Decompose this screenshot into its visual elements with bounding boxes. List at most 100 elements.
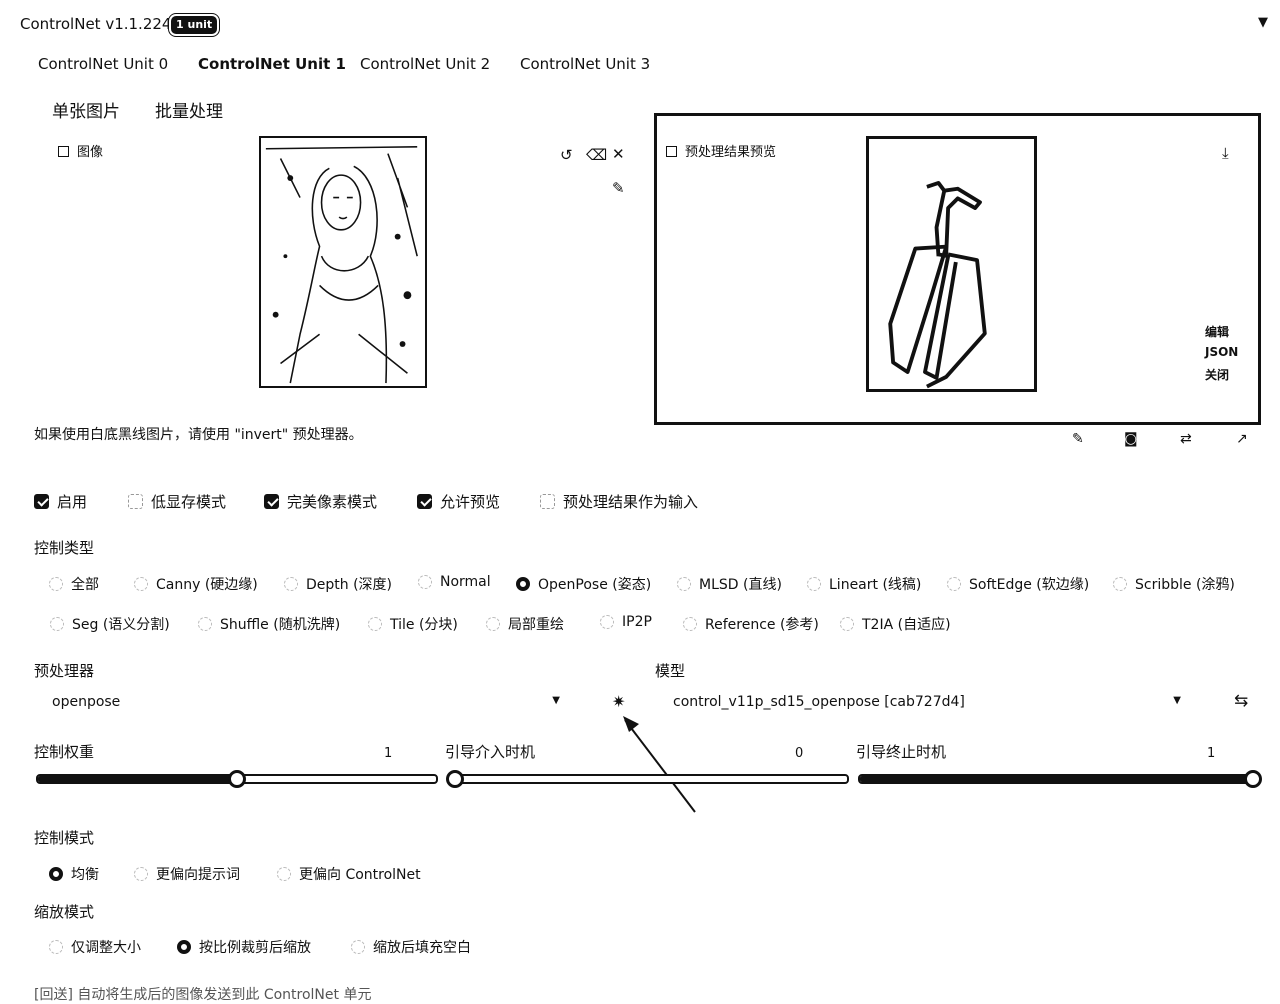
- radio-dot[interactable]: [683, 617, 697, 631]
- edit-link[interactable]: 编辑: [1205, 323, 1229, 340]
- undo-icon[interactable]: ↺: [560, 146, 573, 164]
- radio-dot[interactable]: [1113, 577, 1127, 591]
- tab-unit-2[interactable]: ControlNet Unit 2: [360, 55, 490, 73]
- explosion-icon[interactable]: ✷: [612, 692, 625, 711]
- image-icon: [666, 146, 677, 157]
- allow-preview-checkbox[interactable]: 允许预览: [417, 491, 500, 512]
- radio-mlsd[interactable]: MLSD (直线): [677, 574, 782, 594]
- radio-resize-and-fill[interactable]: 缩放后填充空白: [351, 937, 471, 957]
- radio-controlnet-priority[interactable]: 更偏向 ControlNet: [277, 864, 421, 884]
- radio-dot[interactable]: [134, 867, 148, 881]
- close-link[interactable]: 关闭: [1205, 366, 1229, 383]
- radio-dot[interactable]: [49, 577, 63, 591]
- checkbox-box[interactable]: [417, 494, 432, 509]
- radio-openpose[interactable]: OpenPose (姿态): [516, 574, 651, 594]
- checkbox-box[interactable]: [540, 494, 555, 509]
- radio-dot[interactable]: [486, 617, 500, 631]
- guidance-end-knob[interactable]: [1244, 770, 1262, 788]
- radio-dot[interactable]: [368, 617, 382, 631]
- radio-crop-and-resize[interactable]: 按比例裁剪后缩放: [177, 937, 311, 957]
- radio-normal[interactable]: Normal: [418, 574, 491, 590]
- pose-skeleton: [888, 181, 987, 389]
- radio-dot[interactable]: [284, 577, 298, 591]
- radio-prompt-priority[interactable]: 更偏向提示词: [134, 864, 240, 884]
- radio-dot[interactable]: [50, 617, 64, 631]
- model-select[interactable]: control_v11p_sd15_openpose [cab727d4] ▼: [673, 689, 1181, 715]
- radio-canny[interactable]: Canny (硬边缘): [134, 574, 258, 594]
- control-weight-label: 控制权重: [34, 743, 95, 761]
- radio-dot[interactable]: [177, 940, 191, 954]
- radio-reference[interactable]: Reference (参考): [683, 614, 819, 634]
- refresh-icon[interactable]: ⇆: [1234, 691, 1248, 711]
- preview-label: 预处理结果预览: [666, 141, 776, 160]
- radio-all[interactable]: 全部: [49, 574, 99, 594]
- radio-ip2p[interactable]: IP2P: [600, 614, 652, 630]
- tab-unit-1[interactable]: ControlNet Unit 1: [198, 55, 346, 73]
- loopback-checkbox-label[interactable]: [回送] 自动将生成后的图像发送到此 ControlNet 单元: [34, 984, 371, 1004]
- guidance-end-value[interactable]: 1: [1207, 746, 1215, 761]
- radio-softedge[interactable]: SoftEdge (软边缘): [947, 574, 1089, 594]
- radio-dot[interactable]: [277, 867, 291, 881]
- radio-depth[interactable]: Depth (深度): [284, 574, 392, 594]
- checkbox-box[interactable]: [128, 494, 143, 509]
- tab-unit-0[interactable]: ControlNet Unit 0: [38, 55, 168, 73]
- radio-dot[interactable]: [49, 940, 63, 954]
- radio-dot[interactable]: [947, 577, 961, 591]
- radio-dot[interactable]: [807, 577, 821, 591]
- radio-dot[interactable]: [49, 867, 63, 881]
- radio-dot[interactable]: [840, 617, 854, 631]
- guidance-end-label: 引导终止时机: [856, 743, 947, 761]
- slider-fill: [38, 776, 237, 782]
- invert-hint: 如果使用白底黑线图片，请使用 "invert" 预处理器。: [34, 427, 363, 443]
- image-label: 图像: [58, 141, 103, 160]
- guidance-start-slider[interactable]: [447, 774, 849, 784]
- panel-title: ControlNet v1.1.224: [20, 15, 172, 33]
- radio-dot[interactable]: [677, 577, 691, 591]
- control-weight-value[interactable]: 1: [384, 746, 392, 761]
- radio-shuffle[interactable]: Shuffle (随机洗牌): [198, 614, 340, 634]
- tab-unit-3[interactable]: ControlNet Unit 3: [520, 55, 650, 73]
- radio-just-resize[interactable]: 仅调整大小: [49, 937, 141, 957]
- radio-dot[interactable]: [134, 577, 148, 591]
- radio-balanced[interactable]: 均衡: [49, 864, 99, 884]
- enable-checkbox[interactable]: 启用: [34, 491, 87, 512]
- close-icon[interactable]: ✕: [612, 145, 625, 163]
- radio-lineart[interactable]: Lineart (线稿): [807, 574, 921, 594]
- control-weight-knob[interactable]: [228, 770, 246, 788]
- guidance-start-knob[interactable]: [446, 770, 464, 788]
- edit-icon[interactable]: ✎: [1072, 431, 1084, 447]
- tab-single-image[interactable]: 单张图片: [52, 97, 120, 122]
- checkbox-box[interactable]: [264, 494, 279, 509]
- radio-scribble[interactable]: Scribble (涂鸦): [1113, 574, 1235, 594]
- radio-seg[interactable]: Seg (语义分割): [50, 614, 170, 634]
- brush-icon[interactable]: ✎: [612, 179, 625, 197]
- pose-preview-image[interactable]: [866, 136, 1037, 392]
- download-icon[interactable]: ⤓: [1222, 144, 1229, 162]
- resize-mode-label: 缩放模式: [34, 903, 95, 921]
- send-icon[interactable]: ↗: [1236, 431, 1248, 447]
- image-icon: [58, 146, 69, 157]
- radio-dot[interactable]: [351, 940, 365, 954]
- preprocessed-as-input-checkbox[interactable]: 预处理结果作为输入: [540, 491, 698, 512]
- json-link[interactable]: JSON: [1205, 345, 1238, 359]
- preprocessor-select[interactable]: openpose ▼: [52, 689, 560, 715]
- camera-icon[interactable]: ◙: [1124, 431, 1138, 447]
- guidance-start-value[interactable]: 0: [795, 746, 803, 761]
- radio-dot[interactable]: [516, 577, 530, 591]
- radio-inpaint[interactable]: 局部重绘: [486, 614, 564, 634]
- guidance-start-label: 引导介入时机: [445, 743, 536, 761]
- guidance-end-slider[interactable]: [858, 774, 1260, 784]
- tab-batch[interactable]: 批量处理: [155, 97, 223, 122]
- pixel-perfect-checkbox[interactable]: 完美像素模式: [264, 491, 377, 512]
- radio-t2ia[interactable]: T2IA (自适应): [840, 614, 951, 634]
- radio-tile[interactable]: Tile (分块): [368, 614, 458, 634]
- low-vram-checkbox[interactable]: 低显存模式: [128, 491, 226, 512]
- triangle-down-icon[interactable]: ▼: [1258, 15, 1268, 30]
- input-image[interactable]: [259, 136, 427, 388]
- radio-dot[interactable]: [418, 575, 432, 589]
- eraser-icon[interactable]: ⌫: [586, 146, 607, 164]
- checkbox-box[interactable]: [34, 494, 49, 509]
- radio-dot[interactable]: [198, 617, 212, 631]
- radio-dot[interactable]: [600, 615, 614, 629]
- swap-icon[interactable]: ⇄: [1180, 431, 1192, 447]
